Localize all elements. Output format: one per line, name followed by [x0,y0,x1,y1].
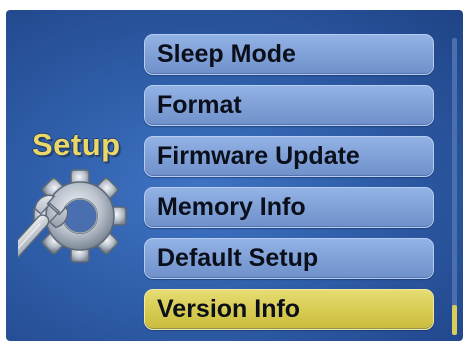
setup-title: Setup [32,127,121,162]
menu-item-version-info[interactable]: Version Info [144,289,434,330]
menu-item-sleep-mode[interactable]: Sleep Mode [144,34,434,75]
menu-item-default-setup[interactable]: Default Setup [144,238,434,279]
menu-item-memory-info[interactable]: Memory Info [144,187,434,228]
scrollbar[interactable] [452,38,457,335]
menu-item-firmware-update[interactable]: Firmware Update [144,136,434,177]
setup-screen: Setup Sleep Mode Format Firmware Update … [6,10,463,341]
scrollbar-thumb[interactable] [452,305,457,335]
menu-item-format[interactable]: Format [144,85,434,126]
gear-wrench-icon [18,169,127,277]
